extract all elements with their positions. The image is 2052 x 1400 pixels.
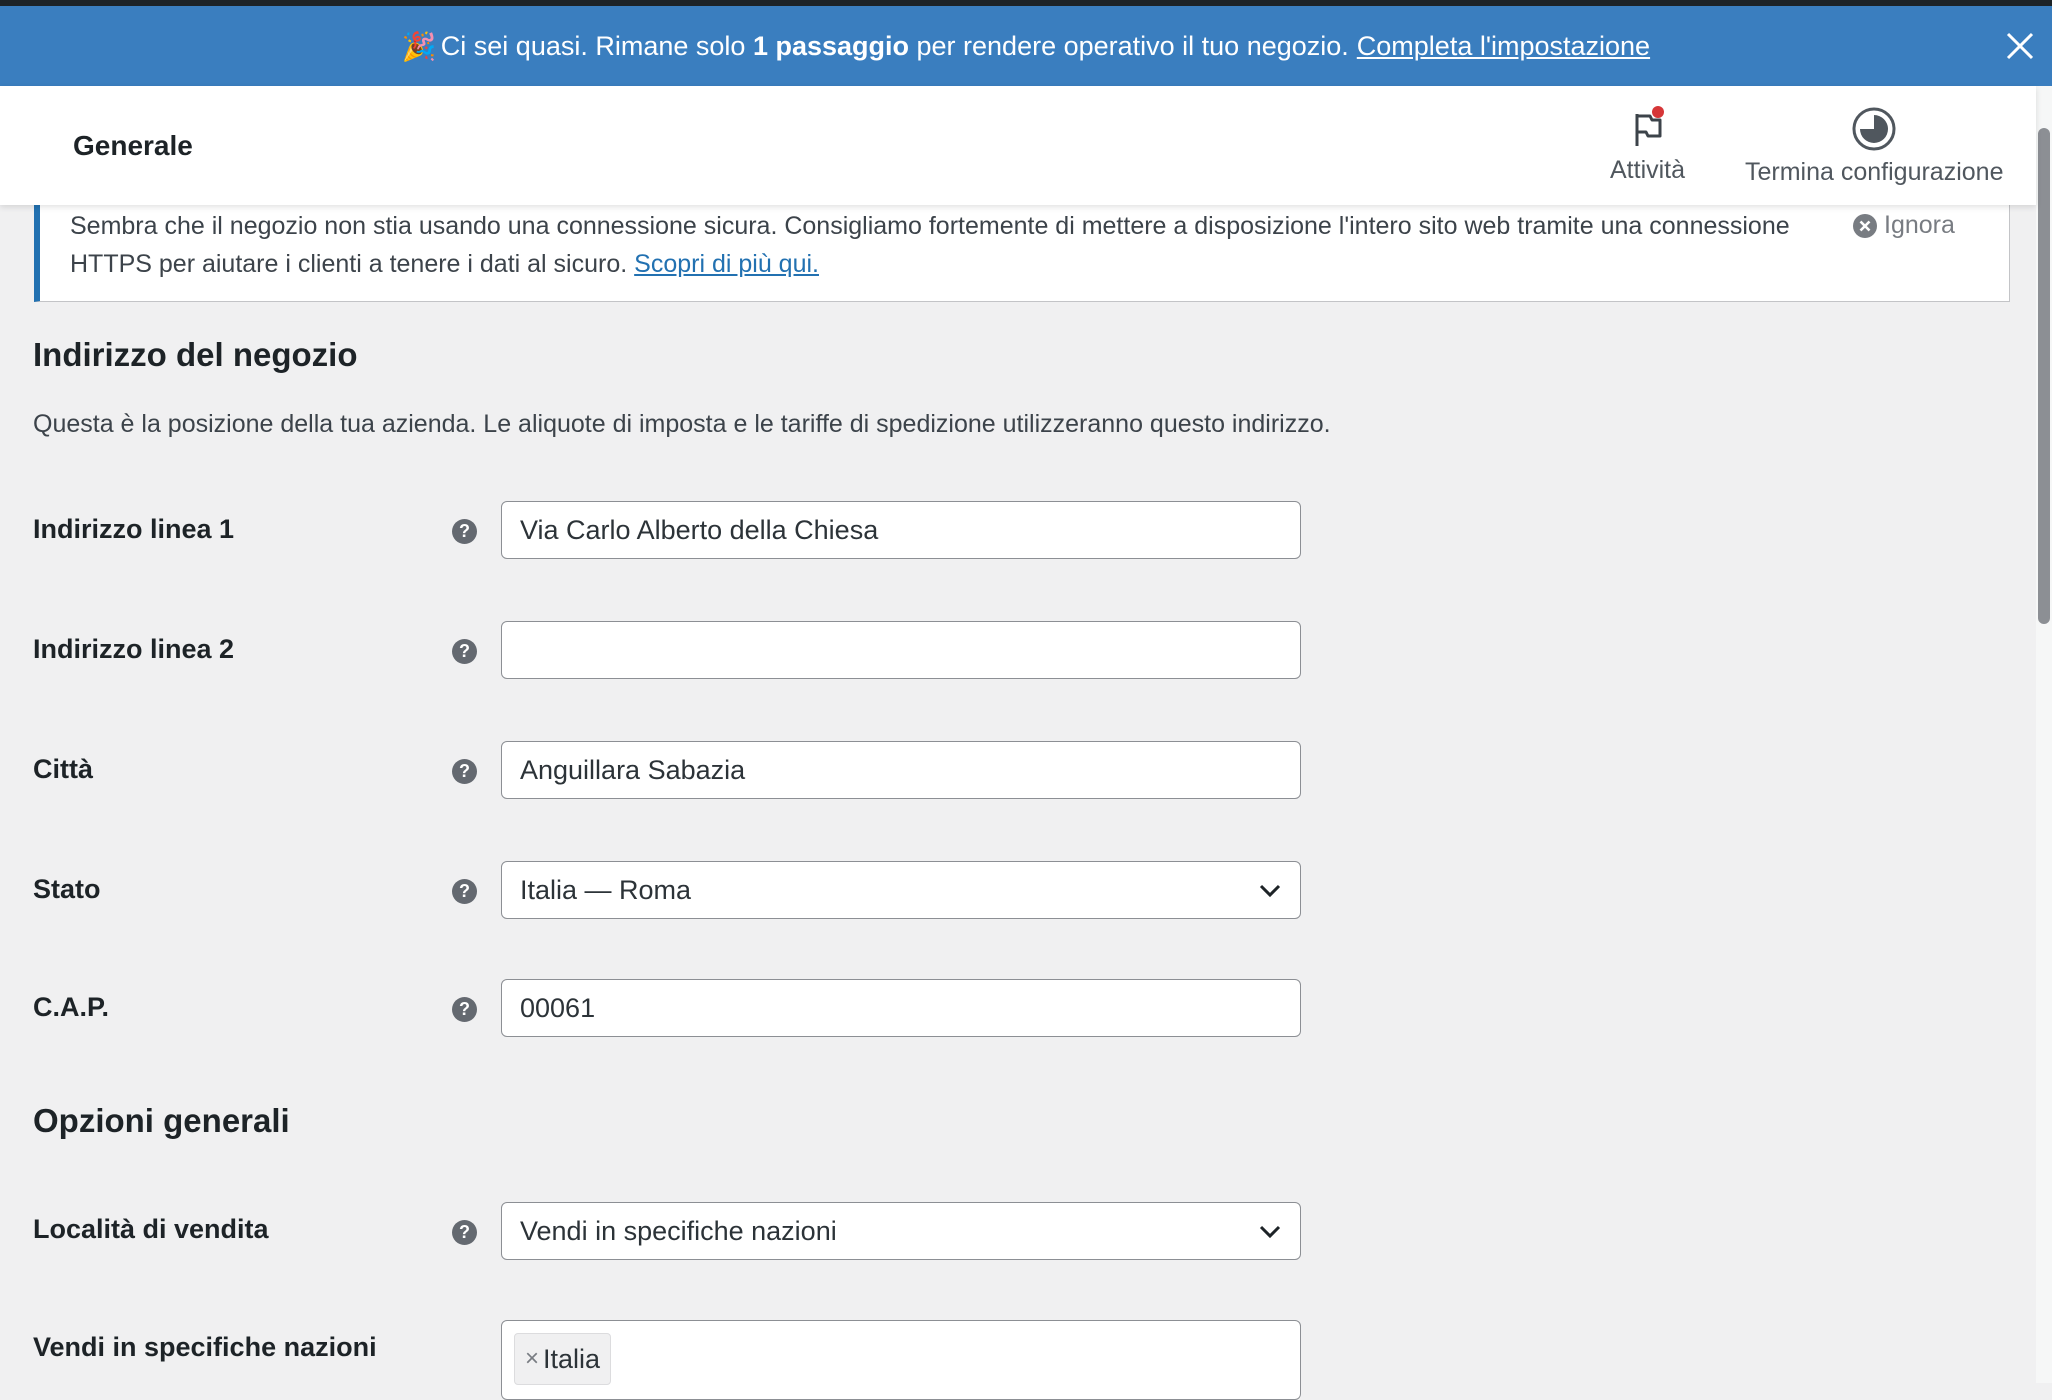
finish-setup-button[interactable]: Termina configurazione bbox=[1745, 106, 2003, 187]
dismiss-label: Ignora bbox=[1884, 211, 1955, 239]
postcode-label: C.A.P. bbox=[33, 992, 110, 1022]
general-options-heading: Opzioni generali bbox=[33, 1102, 290, 1139]
banner-text-after: per rendere operativo il tuo negozio. bbox=[909, 30, 1349, 61]
selling-location-select[interactable]: Vendi in specifiche nazioni bbox=[501, 1202, 1301, 1260]
help-icon[interactable]: ? bbox=[452, 519, 477, 544]
state-select-value: Italia — Roma bbox=[520, 874, 692, 905]
chevron-down-icon bbox=[1259, 884, 1281, 898]
finish-setup-label: Termina configurazione bbox=[1745, 158, 2004, 186]
city-input[interactable]: Anguillara Sabazia bbox=[501, 741, 1301, 799]
help-icon[interactable]: ? bbox=[452, 997, 477, 1022]
close-icon[interactable] bbox=[2002, 28, 2038, 64]
page-title: Generale bbox=[73, 130, 193, 161]
store-address-description: Questa è la posizione della tua azienda.… bbox=[33, 410, 1331, 438]
activity-label: Attività bbox=[1610, 156, 1686, 184]
dismiss-icon bbox=[1853, 213, 1877, 238]
address2-label: Indirizzo linea 2 bbox=[33, 634, 235, 664]
country-tag-label: Italia bbox=[543, 1343, 601, 1374]
https-notice: Sembra che il negozio non stia usando un… bbox=[34, 200, 2010, 302]
party-popper-icon: 🎉 bbox=[401, 30, 437, 62]
postcode-input[interactable]: 00061 bbox=[501, 979, 1301, 1037]
help-icon[interactable]: ? bbox=[452, 759, 477, 784]
specific-countries-label: Vendi in specifiche nazioni bbox=[33, 1332, 377, 1362]
chevron-down-icon bbox=[1259, 1225, 1281, 1239]
address1-input[interactable]: Via Carlo Alberto della Chiesa bbox=[501, 501, 1301, 559]
flag-icon bbox=[1635, 106, 1664, 146]
country-tag: × Italia bbox=[514, 1333, 612, 1385]
help-icon[interactable]: ? bbox=[452, 879, 477, 904]
dismiss-button[interactable]: Ignora bbox=[1852, 211, 1955, 240]
remove-tag-icon[interactable]: × bbox=[525, 1345, 539, 1373]
banner-bold-text: 1 passaggio bbox=[752, 30, 909, 61]
learn-more-link[interactable]: Scopri di più qui. bbox=[634, 250, 819, 278]
scrollbar-thumb[interactable] bbox=[2038, 128, 2050, 624]
notice-message: Sembra che il negozio non stia usando un… bbox=[70, 207, 1830, 283]
state-select[interactable]: Italia — Roma bbox=[501, 861, 1301, 919]
address2-input[interactable] bbox=[501, 621, 1301, 679]
city-label: Città bbox=[33, 754, 93, 784]
store-address-heading: Indirizzo del negozio bbox=[33, 336, 358, 373]
specific-countries-input[interactable]: × Italia bbox=[501, 1320, 1301, 1400]
address1-label: Indirizzo linea 1 bbox=[33, 514, 235, 544]
notice-text: Sembra che il negozio non stia usando un… bbox=[70, 212, 1790, 278]
banner-text: Ci sei quasi. Rimane solo bbox=[440, 30, 753, 61]
complete-setup-link[interactable]: Completa l'impostazione bbox=[1357, 31, 1650, 62]
help-icon[interactable]: ? bbox=[452, 639, 477, 664]
help-icon[interactable]: ? bbox=[452, 1220, 477, 1245]
progress-ring-icon bbox=[1852, 107, 1896, 151]
activity-button[interactable]: Attività bbox=[1610, 106, 1685, 185]
page-header: Generale Attività Termina configurazione bbox=[0, 86, 2036, 205]
selling-location-label: Località di vendita bbox=[33, 1214, 269, 1244]
state-label: Stato bbox=[33, 874, 101, 904]
selling-location-value: Vendi in specifiche nazioni bbox=[520, 1215, 837, 1246]
setup-banner: 🎉 Ci sei quasi. Rimane solo 1 passaggio … bbox=[0, 6, 2052, 86]
